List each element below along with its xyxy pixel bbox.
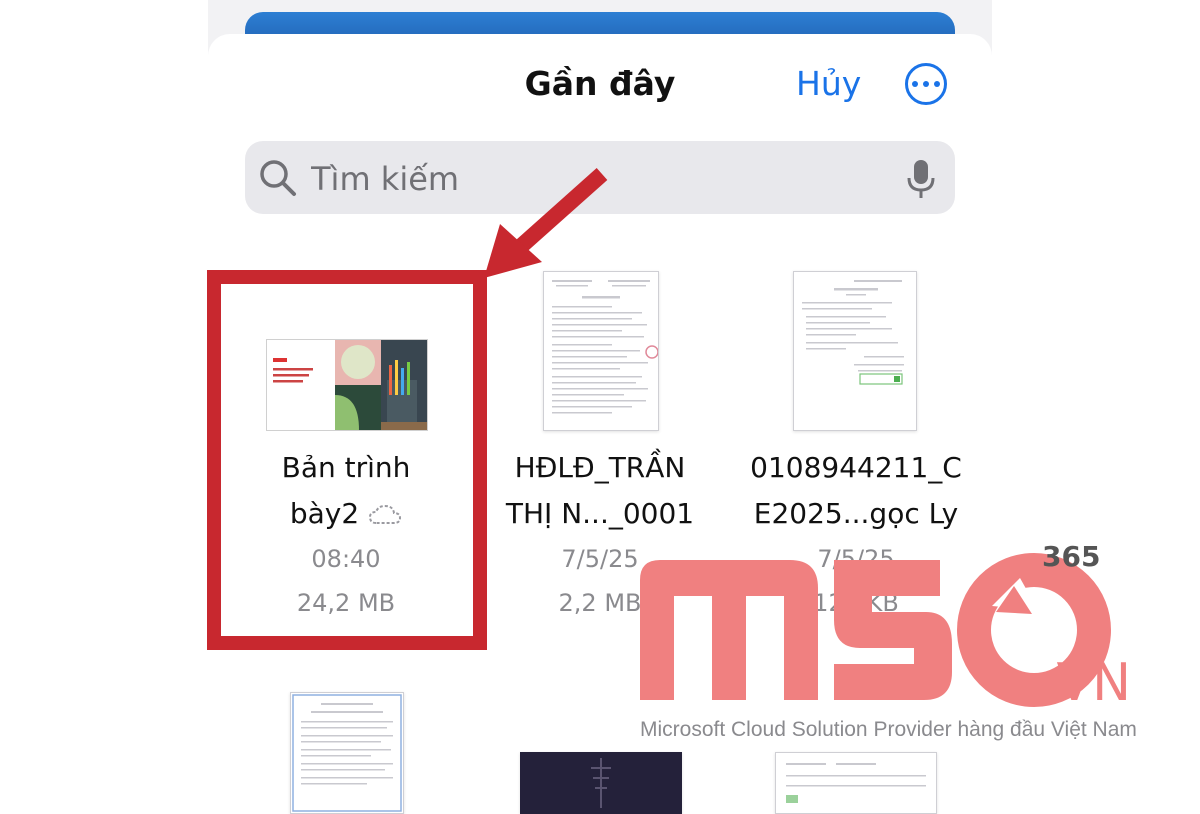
- document-preview-graphic: [552, 280, 658, 414]
- file-thumbnail-partial[interactable]: [290, 692, 404, 814]
- dark-preview-graphic: [591, 758, 611, 808]
- microphone-icon[interactable]: [905, 158, 937, 200]
- file-name-line1: HĐLĐ_TRẦN: [514, 451, 686, 484]
- spreadsheet-preview-graphic: [786, 763, 926, 803]
- document-preview-graphic: [292, 694, 402, 812]
- page-title: Gần đây: [524, 64, 676, 103]
- file-name-line1: 0108944211_C: [750, 451, 962, 484]
- file-thumbnail-partial-dark[interactable]: [520, 752, 682, 814]
- search-icon: [260, 160, 296, 196]
- file-thumbnail-contract[interactable]: [543, 271, 659, 431]
- document-preview-graphic: [802, 280, 904, 385]
- cancel-button[interactable]: Hủy: [796, 64, 861, 103]
- mso-tagline: Microsoft Cloud Solution Provider hàng đ…: [640, 718, 1137, 741]
- file-thumbnail-registration[interactable]: [793, 271, 917, 431]
- more-options-icon[interactable]: [905, 63, 947, 105]
- mso-domain-suffix: .VN: [1040, 653, 1131, 710]
- file-name-line2: E2025...gọc Ly: [753, 497, 959, 530]
- highlight-box: [207, 270, 487, 650]
- file-thumbnail-partial-spreadsheet[interactable]: [775, 752, 937, 814]
- mso-superscript: 365: [1042, 540, 1101, 573]
- file-name-line2: THỊ N..._0001: [505, 497, 695, 530]
- arrow-pointer-icon: [484, 168, 608, 278]
